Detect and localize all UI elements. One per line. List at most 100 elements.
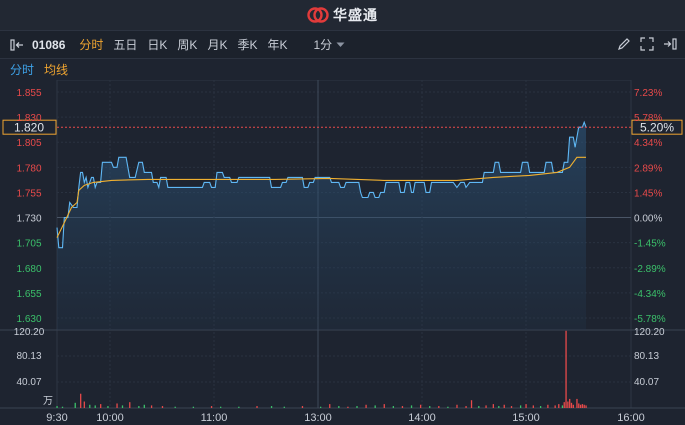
price-tick-label: 1.680 [16,264,41,275]
legend-avg: 均线 [44,62,69,77]
volume-bar [74,402,76,408]
volume-bar [554,405,556,408]
legend-minute: 分时 [10,62,35,77]
collapse-panel-icon[interactable] [10,38,26,52]
price-area [57,122,586,330]
volume-bar [129,402,131,408]
tab-minute[interactable]: 分时 [79,36,103,53]
toolbar-tools [617,37,677,51]
time-tick-label: 11:00 [201,412,228,424]
tab-year-k[interactable]: 年K [267,36,287,53]
intraday-chart[interactable]: 1.820 5.20%1.8551.8301.8051.7801.7551.730… [0,80,685,425]
volume-bar [138,406,140,408]
volume-bar [579,404,582,408]
price-tick-label: 1.730 [16,214,41,225]
volume-bar [510,406,513,408]
volume-bar [569,398,571,408]
tab-week-k[interactable]: 周K [177,36,197,53]
price-tick-label: 1.655 [16,289,41,300]
collapse-right-icon[interactable] [663,37,677,51]
pen-icon[interactable] [617,37,631,51]
volume-tick-label: 40.07 [16,377,41,388]
volume-bar [539,406,542,408]
volume-bar [519,405,522,408]
logo-text: 华盛通 [333,7,378,23]
volume-bar [478,406,480,408]
time-tick-label: 13:00 [304,412,332,424]
tab-quarter-k[interactable]: 季K [237,36,257,53]
time-tick-label: 10:00 [96,412,124,424]
volume-bar [578,403,580,408]
pct-tick-label: 7.23% [634,88,662,99]
volume-tick-label: 80.13 [16,351,41,362]
volume-bar [429,406,431,408]
volume-bar [498,406,500,408]
tab-five-day[interactable]: 五日 [113,36,137,53]
volume-bar [256,406,258,408]
pct-tick-label: -5.78% [634,314,666,325]
price-tick-label: 1.755 [16,188,41,199]
volume-tick-label-right: 120.20 [634,327,665,338]
volume-bar [56,406,58,408]
time-tick-label: 9:30 [46,412,67,424]
legend-bar: 分时 均线 [0,59,685,79]
volume-bar [220,406,222,408]
expand-icon[interactable] [640,37,654,51]
volume-bar [561,405,564,408]
volume-bar [456,404,458,408]
volume-bar [447,406,449,408]
volume-bar [383,404,385,408]
pct-tick-label: 5.78% [634,113,662,124]
price-tick-label: 1.780 [16,163,41,174]
volume-bar [319,406,322,408]
time-tick-label: 15:00 [512,412,540,424]
logo-icon [307,7,329,23]
volume-bar [374,405,376,408]
volume-bar [565,330,567,408]
volume-bar [150,405,153,408]
logo: 华盛通 [307,5,378,25]
tab-month-k[interactable]: 月K [207,36,227,53]
volume-bar [192,406,195,408]
pct-tick-label: -4.34% [634,289,666,300]
volume-bar [570,402,573,408]
volume-tick-label-right: 80.13 [634,351,659,362]
volume-bar [238,406,240,408]
pct-tick-label: 0.00% [634,214,662,225]
stock-code: 01086 [32,37,66,52]
volume-bar [410,405,413,408]
volume-bar [80,393,82,408]
period-select[interactable]: 1分 [313,36,345,53]
pct-tick-label: 1.45% [634,188,662,199]
price-tick-label: 1.705 [16,239,41,250]
time-tick-label: 16:00 [617,412,645,424]
volume-bar [558,404,560,408]
volume-bar [572,404,574,408]
volume-bar [503,404,505,408]
price-tick-label: 1.630 [16,314,41,325]
pct-tick-label: -2.89% [634,264,666,275]
volume-bar [283,406,285,408]
volume-bar [270,406,273,408]
app: 华盛通 01086 分时 五日 日K 周K 月K 季K 年K 1分 分时 均线 … [0,0,685,425]
volume-bar [532,405,534,408]
chevron-down-icon [336,42,345,47]
volume-bar [547,404,549,408]
pct-tick-label: 2.89% [634,163,662,174]
volume-bar [581,404,584,408]
volume-bar [161,406,164,408]
volume-bar [470,400,473,408]
volume-bar [210,406,213,408]
tab-day-k[interactable]: 日K [147,36,167,53]
volume-bar [576,398,578,408]
volume-bar [465,406,467,408]
volume-bar [585,405,587,408]
price-tick-label: 1.805 [16,138,41,149]
volume-tick-label-right: 40.07 [634,377,659,388]
toolbar: 01086 分时 五日 日K 周K 月K 季K 年K 1分 [0,31,685,59]
volume-bar [525,404,527,408]
volume-bar [89,404,91,408]
pct-tick-label: 4.34% [634,138,662,149]
volume-bar [329,404,331,408]
volume-bar [365,404,367,408]
